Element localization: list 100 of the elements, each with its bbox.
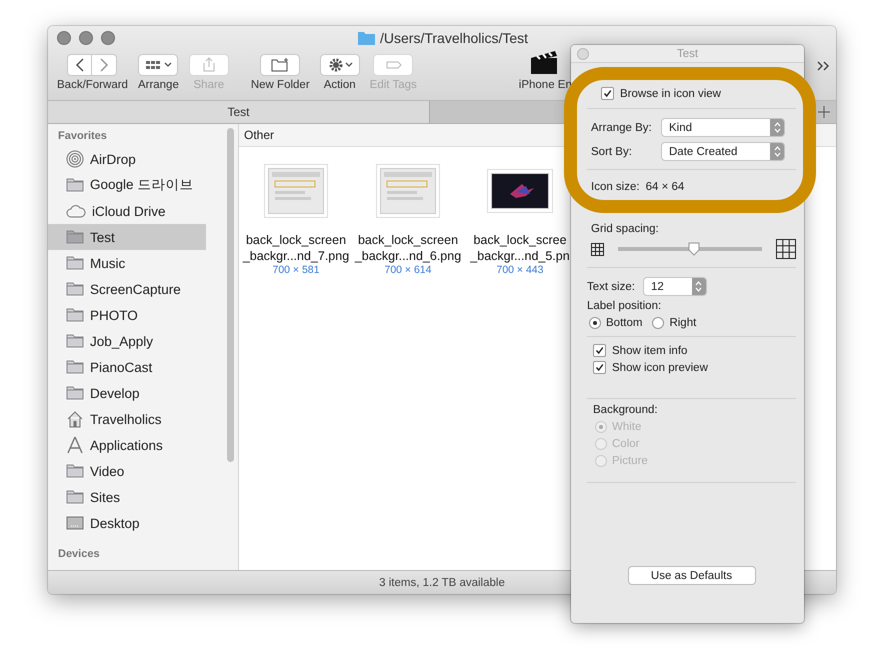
large-grid-icon	[776, 239, 796, 259]
sidebar-item-label: Job_Apply	[90, 334, 154, 348]
group-title: Other	[244, 128, 274, 142]
sidebar-item-label: Test	[90, 230, 115, 244]
sidebar-item-label: ScreenCapture	[90, 282, 181, 296]
tab[interactable]: Test	[48, 101, 430, 123]
popup-menu[interactable]: 12	[642, 277, 707, 296]
folder-icon	[66, 462, 84, 480]
sidebar-item-label: Music	[90, 256, 126, 270]
sidebar-item-label: Applications	[90, 438, 163, 452]
sidebar-item[interactable]: ScreenCapture	[48, 276, 206, 302]
checkbox[interactable]	[593, 361, 606, 374]
radio-label: Picture	[612, 455, 648, 467]
slider-thumb[interactable]	[688, 242, 700, 256]
sidebar-item[interactable]: Applications	[48, 432, 206, 458]
grid-icon[interactable]	[138, 54, 178, 76]
file-name[interactable]: back_lock_scree _backgr...nd_5.pn	[470, 232, 570, 264]
field-label: Grid spacing:	[591, 223, 660, 235]
sidebar-item[interactable]: Music	[48, 250, 206, 276]
field-label: Icon size:	[591, 181, 640, 193]
sidebar-item[interactable]: Travelholics	[48, 406, 206, 432]
popup-menu[interactable]: Kind	[661, 118, 785, 137]
radio-label: Bottom	[606, 317, 642, 329]
new-folder-icon[interactable]	[260, 54, 300, 76]
use-as-defaults-button[interactable]: Use as Defaults	[628, 566, 756, 585]
sidebar-item[interactable]: Test	[48, 224, 206, 250]
icon-size-value: 64 × 64	[646, 181, 684, 193]
sidebar-item[interactable]: Video	[48, 458, 206, 484]
sidebar-item-label: Develop	[90, 386, 140, 400]
image-dimensions: 700 × 581	[272, 264, 320, 276]
share-icon[interactable]	[188, 54, 229, 76]
desktop-icon	[66, 514, 84, 532]
sidebar-item-label: Desktop	[90, 516, 140, 530]
status-text: 3 items, 1.2 TB available	[379, 576, 505, 588]
sidebar-item[interactable]: iCloud Drive	[48, 198, 206, 224]
field-label: Sort By:	[591, 146, 633, 158]
popup-menu[interactable]: Date Created	[661, 142, 785, 161]
toolbar-label[interactable]: Action	[324, 79, 356, 91]
updown-arrows-icon	[774, 146, 780, 157]
sidebar-item[interactable]: Develop	[48, 380, 206, 406]
overflow-chevron-icon[interactable]	[816, 60, 830, 72]
file-name[interactable]: back_lock_screen _backgr...nd_7.png	[242, 232, 350, 264]
radio-label: White	[612, 421, 642, 433]
folder-icon	[66, 384, 84, 402]
checkmark-icon	[603, 89, 612, 98]
folder-icon	[66, 358, 84, 376]
panel-title: Test	[676, 48, 698, 60]
image-dimensions: 700 × 443	[496, 264, 544, 276]
folder-icon	[66, 228, 84, 246]
sidebar-item[interactable]: AirDrop	[48, 146, 206, 172]
plus-icon[interactable]	[818, 106, 830, 118]
airdrop-icon	[66, 150, 84, 168]
sidebar-item[interactable]: Desktop	[48, 510, 206, 536]
sidebar-item[interactable]: Google 드라이브	[48, 172, 206, 198]
field-label: Background:	[593, 404, 659, 416]
gear-icon[interactable]	[320, 54, 360, 76]
file-name[interactable]: back_lock_screen _backgr...nd_6.png	[354, 232, 462, 264]
window-title: /Users/Travelholics/Test	[380, 30, 528, 46]
folder-icon	[358, 31, 375, 45]
sidebar-item[interactable]: Sites	[48, 484, 206, 510]
chevron-right-icon	[99, 58, 110, 72]
radio-button[interactable]	[652, 317, 664, 329]
checkbox[interactable]	[593, 344, 606, 357]
sidebar-item-label: Google 드라이브	[90, 176, 194, 194]
section-header: Devices	[57, 548, 101, 562]
field-label: Text size:	[587, 280, 635, 292]
sidebar-item[interactable]: PianoCast	[48, 354, 206, 380]
sidebar-item-label: iCloud Drive	[92, 204, 166, 218]
folder-icon	[66, 176, 84, 194]
toolbar-label[interactable]: Arrange	[138, 79, 179, 91]
checkbox-label: Show icon preview	[612, 362, 708, 374]
updown-arrows-icon	[774, 122, 780, 133]
cloud-icon	[66, 203, 86, 219]
back-button[interactable]	[67, 54, 92, 76]
sidebar-item[interactable]: Job_Apply	[48, 328, 206, 354]
radio-button[interactable]	[589, 317, 601, 329]
radio-label: Right	[669, 317, 696, 329]
image-dimensions: 700 × 614	[384, 264, 432, 276]
window-button[interactable]	[57, 31, 71, 45]
toolbar-label[interactable]: Back/Forward	[57, 79, 128, 91]
sidebar-item-label: PianoCast	[90, 360, 152, 374]
folder-icon	[66, 280, 84, 298]
checkbox-label: Browse in icon view	[620, 88, 721, 100]
window-button[interactable]	[101, 31, 115, 45]
chevron-left-icon	[74, 58, 85, 72]
checkbox[interactable]	[601, 87, 614, 100]
window-button[interactable]	[79, 31, 93, 45]
scrollbar[interactable]	[227, 128, 234, 462]
updown-arrows-icon	[695, 281, 702, 292]
sidebar-item-label: Travelholics	[90, 412, 162, 426]
house-icon	[66, 410, 84, 428]
toolbar-label[interactable]: New Folder	[250, 79, 310, 91]
folder-icon	[66, 488, 84, 506]
sidebar-item-label: PHOTO	[90, 308, 138, 322]
section-header: Favorites	[57, 130, 108, 144]
tag-icon[interactable]	[373, 54, 414, 76]
sidebar-item[interactable]: PHOTO	[48, 302, 206, 328]
checkbox-label: Show item info	[612, 344, 688, 356]
folder-icon	[66, 254, 84, 272]
field-label: Label position:	[587, 300, 662, 312]
